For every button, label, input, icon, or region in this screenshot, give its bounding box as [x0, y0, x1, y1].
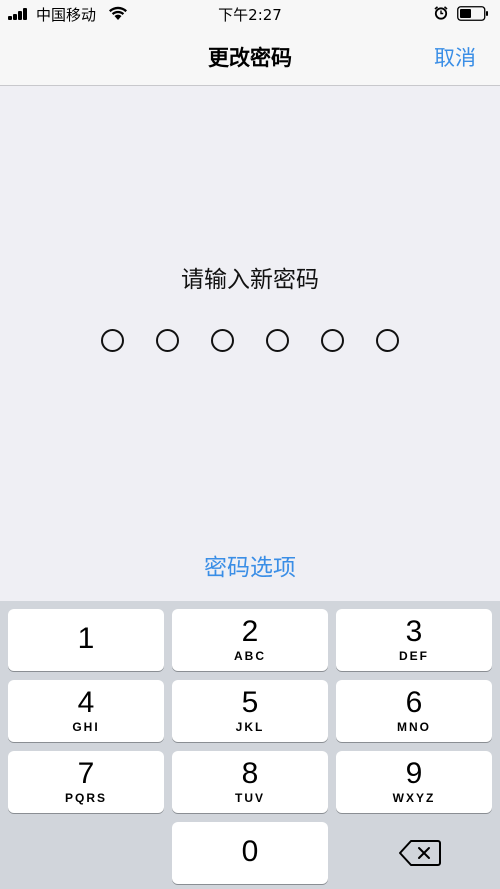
key-letters: PQRS [64, 791, 107, 805]
status-bar: 中国移动 下午2:27 [0, 0, 500, 28]
key-8[interactable]: 8 TUV [172, 751, 328, 813]
key-letters: TUV [235, 791, 265, 805]
alarm-icon [434, 6, 448, 20]
key-6[interactable]: 6 MNO [336, 680, 492, 742]
backspace-icon[interactable] [398, 838, 442, 868]
passcode-dot [376, 329, 399, 352]
key-letters: JKL [235, 720, 265, 734]
key-number: 9 [405, 757, 423, 790]
key-4[interactable]: 4 GHI [8, 680, 164, 742]
key-0[interactable]: 0 [172, 822, 328, 884]
passcode-dot [266, 329, 289, 352]
passcode-dot [101, 329, 124, 352]
key-3[interactable]: 3 DEF [336, 609, 492, 671]
key-letters: DEF [399, 649, 429, 663]
key-number: 4 [77, 686, 95, 719]
key-5[interactable]: 5 JKL [172, 680, 328, 742]
numeric-keypad: 1 2 ABC 3 DEF 4 GHI 5 JKL 6 MNO 7 PQRS 8… [0, 601, 500, 889]
key-number: 3 [405, 615, 423, 648]
key-7[interactable]: 7 PQRS [8, 751, 164, 813]
key-letters: MNO [397, 720, 431, 734]
passcode-dots [0, 329, 500, 352]
key-9[interactable]: 9 WXYZ [336, 751, 492, 813]
cancel-button[interactable]: 取消 [434, 42, 476, 72]
key-number: 1 [77, 622, 95, 655]
key-2[interactable]: 2 ABC [172, 609, 328, 671]
passcode-options-link[interactable]: 密码选项 [0, 548, 500, 582]
key-number: 0 [241, 835, 259, 868]
key-number: 5 [241, 686, 259, 719]
key-letters: ABC [234, 649, 266, 663]
key-letters: WXYZ [392, 791, 436, 805]
navigation-bar: 更改密码 取消 [0, 28, 500, 86]
key-number: 6 [405, 686, 423, 719]
passcode-dot [321, 329, 344, 352]
key-number: 7 [77, 757, 95, 790]
passcode-dot [156, 329, 179, 352]
key-number: 8 [241, 757, 259, 790]
passcode-dot [211, 329, 234, 352]
status-time: 下午2:27 [218, 6, 282, 24]
passcode-prompt: 请输入新密码 [181, 267, 319, 293]
battery-icon [457, 6, 488, 21]
key-1[interactable]: 1 [8, 609, 164, 671]
key-number: 2 [241, 615, 259, 648]
key-letters: GHI [72, 720, 100, 734]
page-title: 更改密码 [208, 46, 292, 70]
